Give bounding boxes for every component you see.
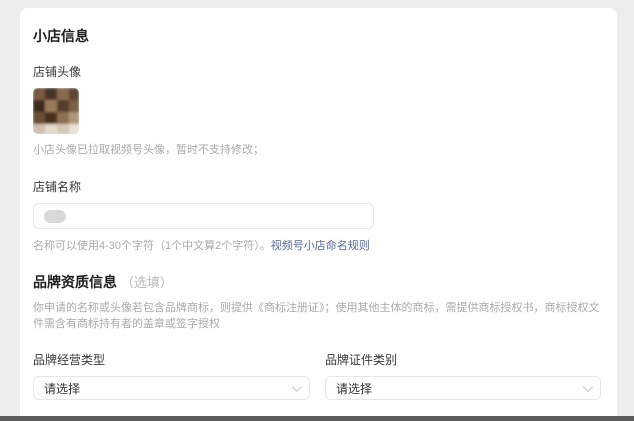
window-bottom-edge — [0, 416, 634, 421]
brand-info-description: 你申请的名称或头像若包含品牌商标，则提供《商标注册证》；使用其他主体的商标，需提… — [33, 301, 601, 332]
shop-name-helper: 名称可以使用4-30个字符（1个中文算2个字符）。视频号小店命名规则 — [33, 237, 601, 253]
shop-settings-card: 小店信息 店铺头像 小店 — [20, 8, 617, 421]
business-type-select[interactable]: 请选择 — [33, 376, 310, 400]
business-type-label: 品牌经营类型 — [33, 351, 310, 368]
naming-rules-link[interactable]: 视频号小店命名规则 — [271, 240, 370, 252]
shop-avatar-label: 店铺头像 — [33, 63, 601, 80]
business-type-selected-value: 请选择 — [44, 380, 80, 397]
certificate-type-selected-value: 请选择 — [336, 380, 372, 397]
shop-avatar-note: 小店头像已拉取视频号头像，暂时不支持修改； — [33, 143, 601, 158]
brand-selects-row: 品牌经营类型 请选择 品牌证件类别 请选择 — [33, 351, 601, 400]
brand-info-title-text: 品牌资质信息 — [33, 274, 117, 290]
brand-info-section-title: 品牌资质信息 （选填） — [33, 272, 601, 292]
shop-avatar-image — [33, 88, 79, 134]
shop-name-redacted-value — [44, 210, 66, 223]
shop-name-input[interactable] — [33, 203, 374, 229]
certificate-type-label: 品牌证件类别 — [325, 351, 601, 368]
shop-name-helper-text: 名称可以使用4-30个字符（1个中文算2个字符）。 — [33, 240, 271, 252]
certificate-type-select[interactable]: 请选择 — [325, 376, 601, 400]
chevron-down-icon — [292, 382, 302, 392]
chevron-down-icon — [583, 382, 593, 392]
avatar-mosaic — [33, 88, 79, 134]
brand-info-optional-tag: （选填） — [121, 275, 173, 290]
certificate-type-field: 品牌证件类别 请选择 — [325, 351, 601, 400]
shop-name-label: 店铺名称 — [33, 178, 601, 195]
shop-info-section-title: 小店信息 — [33, 26, 601, 46]
business-type-field: 品牌经营类型 请选择 — [33, 351, 310, 400]
